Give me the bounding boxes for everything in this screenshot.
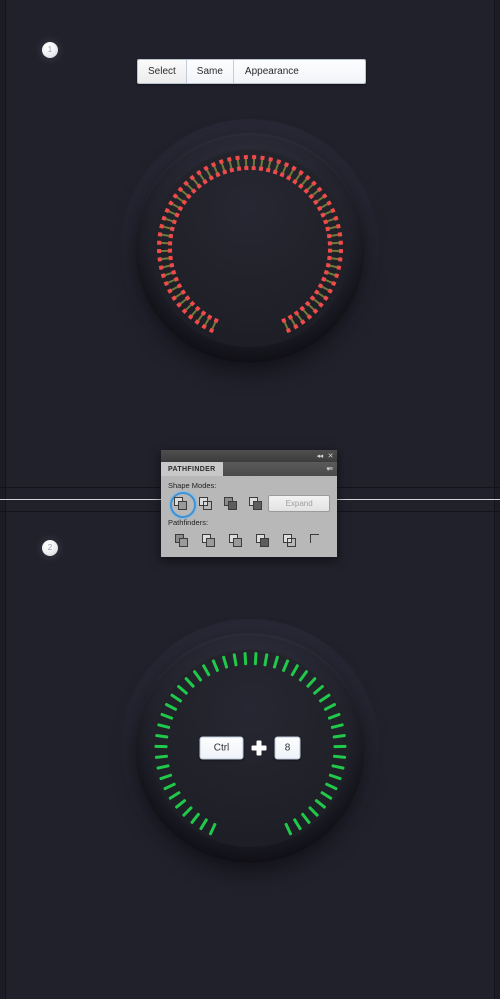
- step-badge-1: 1: [42, 42, 58, 58]
- tick-mark: [189, 812, 200, 825]
- tick-mark: [324, 782, 338, 791]
- tick-mark: [242, 652, 247, 666]
- tick-mark: [292, 817, 302, 831]
- tick-mark: [174, 798, 187, 810]
- selection-toolbar[interactable]: Select Same Appearance: [137, 59, 366, 84]
- tick-mark: [332, 744, 347, 749]
- tick-mark: [153, 744, 168, 749]
- tick-mark: [198, 817, 208, 831]
- tick-dial: Ctrl 8: [121, 619, 379, 877]
- tick-mark: [318, 693, 331, 703]
- tick-mark: [300, 812, 311, 825]
- merge-icon[interactable]: [222, 530, 249, 550]
- tick-mark: [289, 663, 299, 677]
- tick-mark: [272, 655, 279, 669]
- pathfinder-body: Shape Modes: Expand Pathfinders:: [161, 476, 337, 557]
- tick-mark: [154, 754, 168, 759]
- crop-icon[interactable]: [249, 530, 276, 550]
- panel-menu-icon[interactable]: ▾≡: [326, 462, 337, 476]
- tick-mark: [232, 653, 238, 667]
- minus-back-icon[interactable]: [303, 530, 330, 550]
- anchor-marker-ring: [135, 133, 365, 363]
- trim-icon[interactable]: [195, 530, 222, 550]
- tick-mark: [164, 702, 177, 712]
- divide-icon[interactable]: [168, 530, 195, 550]
- appearance-button[interactable]: Appearance: [233, 60, 365, 83]
- tick-mark: [332, 754, 346, 759]
- anchor-point-dial: [121, 119, 379, 377]
- tick-mark: [176, 684, 188, 696]
- tab-pathfinder[interactable]: PATHFINDER: [161, 462, 223, 476]
- collapse-icon[interactable]: ◂◂: [317, 453, 324, 460]
- pathfinder-tabbar[interactable]: PATHFINDER ▾≡: [161, 462, 337, 476]
- outline-icon[interactable]: [276, 530, 303, 550]
- tick-mark: [159, 712, 173, 721]
- tick-mark: [155, 764, 170, 770]
- tick-mark: [156, 723, 170, 730]
- tick-mark: [208, 822, 217, 836]
- plus-icon: [251, 740, 267, 756]
- shape-modes-label: Shape Modes:: [168, 481, 217, 490]
- expand-button[interactable]: Expand: [268, 494, 331, 512]
- number-key[interactable]: 8: [274, 736, 301, 760]
- tick-mark: [158, 773, 172, 781]
- tick-mark: [323, 702, 336, 712]
- step-badge-2: 2: [42, 540, 58, 556]
- shortcut-keys: Ctrl 8: [199, 736, 301, 760]
- minus-front-icon[interactable]: [193, 493, 218, 513]
- tick-mark: [330, 764, 345, 770]
- tick-mark: [330, 723, 344, 730]
- pathfinders-row: [168, 530, 330, 550]
- shape-modes-row: Expand: [168, 492, 331, 518]
- tick-mark: [328, 773, 342, 781]
- pathfinder-titlebar[interactable]: ◂◂ ✕: [161, 450, 337, 462]
- tick-mark: [221, 655, 228, 669]
- tick-mark: [332, 733, 346, 739]
- select-button[interactable]: Select: [138, 60, 187, 83]
- ctrl-key[interactable]: Ctrl: [199, 736, 244, 760]
- tick-mark: [253, 652, 258, 666]
- pathfinder-panel[interactable]: ◂◂ ✕ PATHFINDER ▾≡ Shape Modes: Expand P…: [161, 450, 337, 557]
- tick-mark: [167, 790, 181, 801]
- tick-mark: [297, 669, 309, 682]
- tick-mark: [210, 659, 219, 673]
- tick-mark: [283, 822, 292, 836]
- intersect-icon[interactable]: [218, 493, 243, 513]
- tick-mark: [169, 693, 182, 703]
- same-button[interactable]: Same: [186, 60, 234, 83]
- pathfinders-label: Pathfinders:: [168, 518, 209, 527]
- tick-mark: [181, 805, 193, 818]
- tick-mark: [281, 659, 290, 673]
- tick-mark: [154, 733, 168, 739]
- page-canvas: 1 Select Same Appearance ◂◂ ✕ PATHFINDER…: [0, 0, 500, 999]
- tick-mark: [327, 712, 341, 721]
- tick-mark: [307, 805, 319, 818]
- tick-mark: [305, 676, 317, 689]
- exclude-icon[interactable]: [243, 493, 268, 513]
- close-icon[interactable]: ✕: [328, 453, 334, 460]
- tick-mark: [313, 798, 326, 810]
- tick-mark: [319, 790, 333, 801]
- unite-icon[interactable]: [168, 492, 196, 518]
- tick-mark: [262, 653, 268, 667]
- tick-mark: [183, 676, 195, 689]
- tick-mark: [201, 663, 211, 677]
- tick-mark: [312, 684, 324, 696]
- tick-mark: [162, 782, 176, 791]
- tick-mark: [191, 669, 203, 682]
- tabbar-filler: [223, 462, 327, 476]
